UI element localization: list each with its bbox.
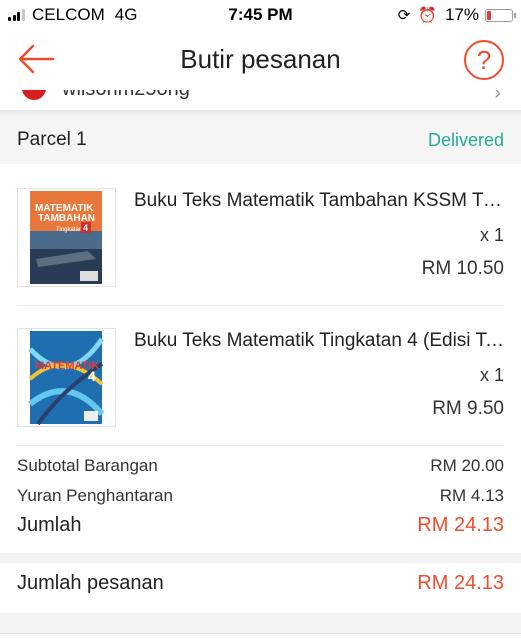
total-label: Jumlah	[17, 514, 82, 536]
arrow-left-icon	[18, 44, 55, 74]
order-total-label: Jumlah pesanan	[17, 572, 164, 594]
cover-grade: 4	[83, 223, 88, 233]
orientation-lock-icon: ⟳	[397, 7, 411, 24]
product-quantity: x 1	[479, 365, 504, 385]
order-total-value: RM 24.13	[417, 572, 504, 594]
order-item[interactable]: MATEMATIK 4 Buku Teks Matematik Tingkata…	[0, 306, 521, 445]
item-divider	[17, 445, 504, 446]
question-circle-icon: ?	[476, 45, 492, 75]
battery-icon	[485, 8, 516, 22]
order-total-row: Jumlah pesanan RM 24.13	[0, 563, 521, 613]
page-title: Butir pesanan	[180, 44, 341, 74]
app-header: Butir pesanan ?	[0, 30, 521, 90]
order-item[interactable]: MATEMATIK TAMBAHAN Tingkatan 4 Buku Teks…	[0, 166, 521, 305]
book-cover-image: MATEMATIK TAMBAHAN Tingkatan 4	[30, 191, 102, 284]
shipping-value: RM 4.13	[439, 486, 504, 505]
subtotal-value: RM 20.00	[430, 456, 504, 475]
subtotal-label: Subtotal Barangan	[17, 456, 158, 475]
shop-row[interactable]: wilsonm25ong ›	[0, 90, 521, 110]
product-thumbnail: MATEMATIK TAMBAHAN Tingkatan 4	[17, 188, 116, 287]
product-name: Buku Teks Matematik Tingkatan 4 (Edisi T…	[134, 330, 504, 351]
product-quantity: x 1	[479, 225, 504, 245]
alarm-icon: ⏰	[418, 7, 437, 24]
chevron-right-icon: ›	[494, 90, 501, 104]
shipping-label: Yuran Penghantaran	[17, 486, 173, 505]
shop-logo	[22, 90, 46, 100]
battery-level-fill	[487, 10, 491, 20]
cover-grade: 4	[88, 368, 96, 384]
parcel-header: Parcel 1 Delivered	[0, 116, 521, 164]
status-bar: CELCOM 4G 7:45 PM ⟳ ⏰ 17%	[0, 0, 521, 30]
book-cover-image: MATEMATIK 4	[28, 331, 105, 426]
shop-name: wilsonm25ong	[62, 90, 190, 101]
product-price: RM 10.50	[421, 258, 504, 279]
battery-percent: 17%	[444, 5, 479, 24]
total-value: RM 24.13	[417, 514, 504, 536]
product-price: RM 9.50	[432, 398, 504, 419]
back-button[interactable]	[16, 41, 56, 77]
status-right: ⟳ ⏰ 17%	[397, 5, 516, 25]
product-thumbnail: MATEMATIK 4	[17, 328, 116, 427]
parcel-card: Parcel 1 Delivered MATEMATIK TAMBAHAN Ti…	[0, 116, 521, 553]
cover-subtitle: Tingkatan	[56, 227, 82, 233]
parcel-title: Parcel 1	[17, 129, 87, 150]
product-name: Buku Teks Matematik Tambahan KSSM Tingka…	[134, 190, 504, 211]
parcel-status-badge: Delivered	[427, 130, 504, 150]
help-button[interactable]: ?	[464, 40, 504, 80]
